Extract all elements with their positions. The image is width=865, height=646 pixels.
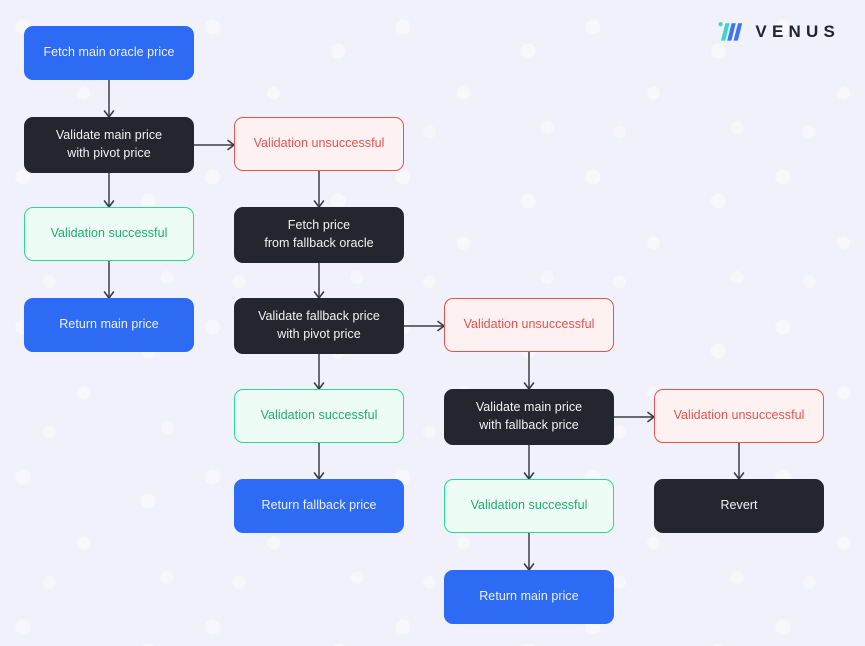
flow-node-label: Fetch price from fallback oracle [264, 218, 374, 250]
flow-node-return-fallback: Return fallback price [234, 479, 404, 533]
flow-node-label: Return main price [479, 589, 579, 604]
flow-node-label: Validation successful [260, 408, 378, 423]
flow-node-label: Validate main price with fallback price [475, 400, 583, 432]
flowchart-canvas: VENUS Fetch main oracle price Validate ma… [0, 0, 865, 646]
flow-node-main-pivot-fail: Validation unsuccessful [234, 117, 404, 171]
flow-node-label: Return main price [59, 317, 159, 332]
venus-wordmark: VENUS [755, 22, 840, 41]
flow-node-label: Validate fallback price with pivot price [258, 309, 380, 341]
flow-node-main-fb-fail: Validation unsuccessful [654, 389, 824, 443]
flow-node-fetch-fallback: Fetch price from fallback oracle [234, 207, 404, 263]
flow-node-main-pivot-ok: Validation successful [24, 207, 194, 261]
flow-node-label: Validation unsuccessful [253, 136, 385, 151]
flow-node-label: Validate main price with pivot price [55, 128, 163, 160]
flow-node-fetch-main: Fetch main oracle price [24, 26, 194, 80]
flow-node-label: Validation successful [470, 498, 588, 513]
flow-node-main-fb-ok: Validation successful [444, 479, 614, 533]
flow-node-return-main-1: Return main price [24, 298, 194, 352]
venus-brand-logo: VENUS [718, 21, 840, 43]
flow-node-label: Validation unsuccessful [463, 317, 595, 332]
flow-node-label: Validation unsuccessful [673, 408, 805, 423]
flow-node-label: Validation successful [50, 226, 168, 241]
flow-node-validate-main-pivot: Validate main price with pivot price [24, 117, 194, 173]
flow-node-label: Return fallback price [261, 498, 377, 513]
flow-node-validate-fb-pivot: Validate fallback price with pivot price [234, 298, 404, 354]
flow-node-label: Revert [720, 498, 758, 513]
flow-node-fb-pivot-ok: Validation successful [234, 389, 404, 443]
flow-node-fb-pivot-fail: Validation unsuccessful [444, 298, 614, 352]
flow-node-revert: Revert [654, 479, 824, 533]
flow-node-return-main-2: Return main price [444, 570, 614, 624]
venus-logo-mark [718, 22, 743, 41]
flow-node-label: Fetch main oracle price [43, 45, 175, 60]
flow-node-validate-main-fb: Validate main price with fallback price [444, 389, 614, 445]
